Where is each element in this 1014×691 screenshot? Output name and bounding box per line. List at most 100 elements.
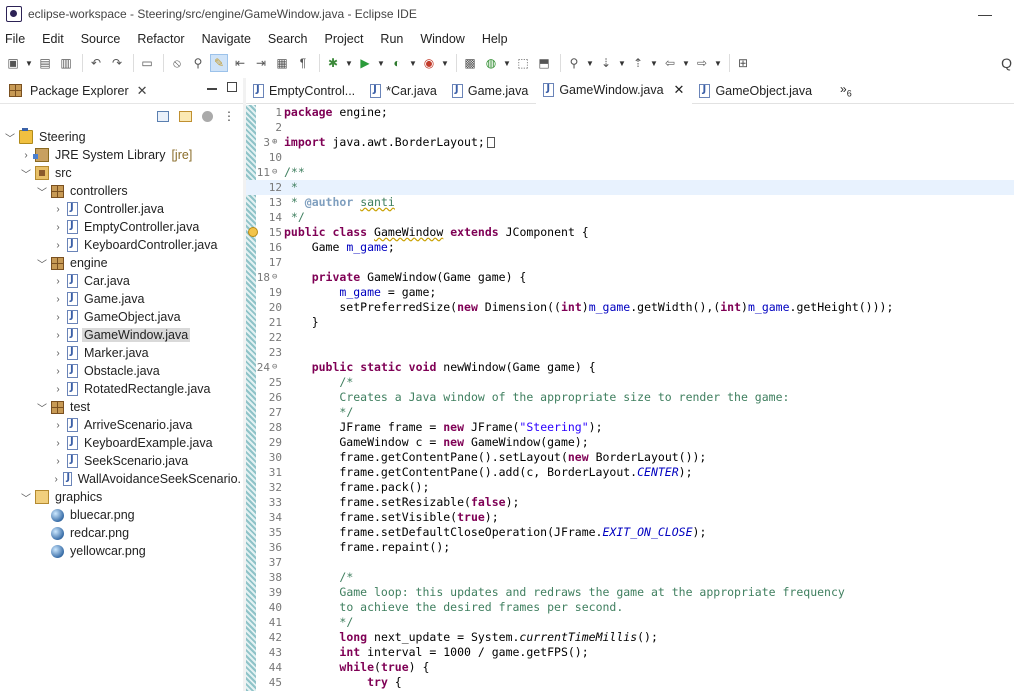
- save-icon[interactable]: ▤: [36, 54, 54, 72]
- menu-navigate[interactable]: Navigate: [196, 32, 257, 46]
- tree-item[interactable]: › GameObject.java: [0, 308, 243, 326]
- expanded-chevron-icon[interactable]: ﹀: [36, 256, 48, 271]
- external-tools-icon[interactable]: ◉: [420, 54, 438, 72]
- collapse-fold-icon[interactable]: ⊖: [272, 270, 282, 285]
- back-icon[interactable]: ⇦: [661, 54, 679, 72]
- prev-annotation-icon[interactable]: ⇤: [231, 54, 249, 72]
- prev-edit-icon[interactable]: ⇡: [629, 54, 647, 72]
- new-class-icon[interactable]: ◍: [482, 54, 500, 72]
- editor-tab[interactable]: GameObject.java: [692, 78, 820, 104]
- menu-refactor[interactable]: Refactor: [131, 32, 190, 46]
- tree-item[interactable]: › KeyboardExample.java: [0, 434, 243, 452]
- tree-item[interactable]: › SeekScenario.java: [0, 452, 243, 470]
- collapsed-chevron-icon[interactable]: ›: [52, 366, 64, 377]
- collapse-fold-icon[interactable]: ⊖: [272, 360, 282, 375]
- minimize-view-icon[interactable]: [207, 88, 217, 90]
- tree-item[interactable]: ﹀ graphics: [0, 488, 243, 506]
- menu-help[interactable]: Help: [476, 32, 514, 46]
- tree-item[interactable]: › WallAvoidanceSeekScenario.: [0, 470, 243, 488]
- search-java-icon[interactable]: ⚲: [189, 54, 207, 72]
- editor-tab[interactable]: EmptyControl...: [246, 78, 363, 104]
- view-menu-icon[interactable]: ⋮: [223, 109, 235, 123]
- editor-tab[interactable]: *Car.java: [363, 78, 445, 104]
- maximize-view-icon[interactable]: [227, 82, 237, 92]
- collapsed-chevron-icon[interactable]: ›: [52, 474, 60, 485]
- collapsed-chevron-icon[interactable]: ›: [52, 348, 64, 359]
- collapsed-chevron-icon[interactable]: ›: [52, 312, 64, 323]
- tree-item[interactable]: ﹀ test: [0, 398, 243, 416]
- close-icon[interactable]: ✕: [137, 83, 148, 99]
- dropdown-arrow-icon[interactable]: ▼: [441, 59, 449, 68]
- collapsed-chevron-icon[interactable]: ›: [52, 240, 64, 251]
- collapsed-chevron-icon[interactable]: ›: [52, 294, 64, 305]
- run-icon[interactable]: ▶: [356, 54, 374, 72]
- new-icon[interactable]: ▣: [4, 54, 22, 72]
- skip-breakpoints-icon[interactable]: ⦸: [168, 54, 186, 72]
- expanded-chevron-icon[interactable]: ﹀: [20, 490, 32, 505]
- debug-icon[interactable]: ✱: [324, 54, 342, 72]
- dropdown-arrow-icon[interactable]: ▼: [503, 59, 511, 68]
- coverage-icon[interactable]: ◐: [388, 54, 406, 72]
- editor-tab[interactable]: GameWindow.java ✕: [536, 77, 693, 104]
- forward-icon[interactable]: ⇨: [693, 54, 711, 72]
- collapsed-chevron-icon[interactable]: ›: [20, 150, 32, 161]
- redo-icon[interactable]: ↷: [108, 54, 126, 72]
- link-with-editor-icon[interactable]: [179, 110, 192, 122]
- tree-item[interactable]: › JRE System Library [jre]: [0, 146, 243, 164]
- perspective-icon[interactable]: ⊞: [734, 54, 752, 72]
- expanded-chevron-icon[interactable]: ﹀: [4, 130, 16, 145]
- tree-item[interactable]: ﹀ engine: [0, 254, 243, 272]
- collapsed-chevron-icon[interactable]: ›: [52, 456, 64, 467]
- more-tabs-button[interactable]: »6: [840, 82, 852, 98]
- highlight-icon[interactable]: ✎: [210, 54, 228, 72]
- editor-tab[interactable]: Game.java: [445, 78, 536, 104]
- collapsed-chevron-icon[interactable]: ›: [52, 276, 64, 287]
- dropdown-arrow-icon[interactable]: ▼: [586, 59, 594, 68]
- tree-item[interactable]: redcar.png: [0, 524, 243, 542]
- collapse-fold-icon[interactable]: ⊖: [272, 165, 282, 180]
- menu-source[interactable]: Source: [75, 32, 127, 46]
- expanded-chevron-icon[interactable]: ﹀: [20, 166, 32, 181]
- collapsed-chevron-icon[interactable]: ›: [52, 420, 64, 431]
- next-edit-icon[interactable]: ⇣: [597, 54, 615, 72]
- tree-item[interactable]: › Car.java: [0, 272, 243, 290]
- menu-file[interactable]: File: [0, 32, 31, 46]
- new-java-project-icon[interactable]: ▩: [461, 54, 479, 72]
- collapse-all-icon[interactable]: [157, 110, 169, 122]
- collapsed-chevron-icon[interactable]: ›: [52, 330, 64, 341]
- open-type-icon[interactable]: ⬚: [514, 54, 532, 72]
- terminal-icon[interactable]: ▭: [138, 54, 156, 72]
- search-icon[interactable]: ⚲: [565, 54, 583, 72]
- tree-item[interactable]: ﹀ controllers: [0, 182, 243, 200]
- undo-icon[interactable]: ↶: [87, 54, 105, 72]
- expand-fold-icon[interactable]: ⊕: [272, 135, 282, 150]
- collapsed-chevron-icon[interactable]: ›: [52, 384, 64, 395]
- menu-project[interactable]: Project: [319, 32, 370, 46]
- package-explorer-tab[interactable]: Package Explorer ✕: [0, 78, 154, 104]
- tree-item[interactable]: ﹀ Steering: [0, 128, 243, 146]
- toggle-mark-icon[interactable]: ▦: [273, 54, 291, 72]
- tree-item[interactable]: ﹀ src: [0, 164, 243, 182]
- tree-item[interactable]: › Marker.java: [0, 344, 243, 362]
- save-all-icon[interactable]: ▥: [57, 54, 75, 72]
- dropdown-arrow-icon[interactable]: ▼: [618, 59, 626, 68]
- dropdown-arrow-icon[interactable]: ▼: [682, 59, 690, 68]
- dropdown-arrow-icon[interactable]: ▼: [345, 59, 353, 68]
- dropdown-arrow-icon[interactable]: ▼: [377, 59, 385, 68]
- dropdown-arrow-icon[interactable]: ▼: [650, 59, 658, 68]
- dropdown-arrow-icon[interactable]: ▼: [25, 59, 33, 68]
- tree-item[interactable]: › ArriveScenario.java: [0, 416, 243, 434]
- tree-item[interactable]: › Game.java: [0, 290, 243, 308]
- dropdown-arrow-icon[interactable]: ▼: [714, 59, 722, 68]
- search-icon[interactable]: Q: [1001, 55, 1012, 71]
- tree-item[interactable]: › KeyboardController.java: [0, 236, 243, 254]
- expanded-chevron-icon[interactable]: ﹀: [36, 400, 48, 415]
- collapsed-chevron-icon[interactable]: ›: [52, 438, 64, 449]
- menu-search[interactable]: Search: [262, 32, 314, 46]
- tree-item[interactable]: › RotatedRectangle.java: [0, 380, 243, 398]
- tree-item[interactable]: › EmptyController.java: [0, 218, 243, 236]
- code-area[interactable]: 1 package engine; 2 3 ⊕ import java.awt.Borde…: [246, 105, 1014, 691]
- dropdown-arrow-icon[interactable]: ▼: [409, 59, 417, 68]
- expanded-chevron-icon[interactable]: ﹀: [36, 184, 48, 199]
- close-icon[interactable]: ✕: [674, 82, 685, 98]
